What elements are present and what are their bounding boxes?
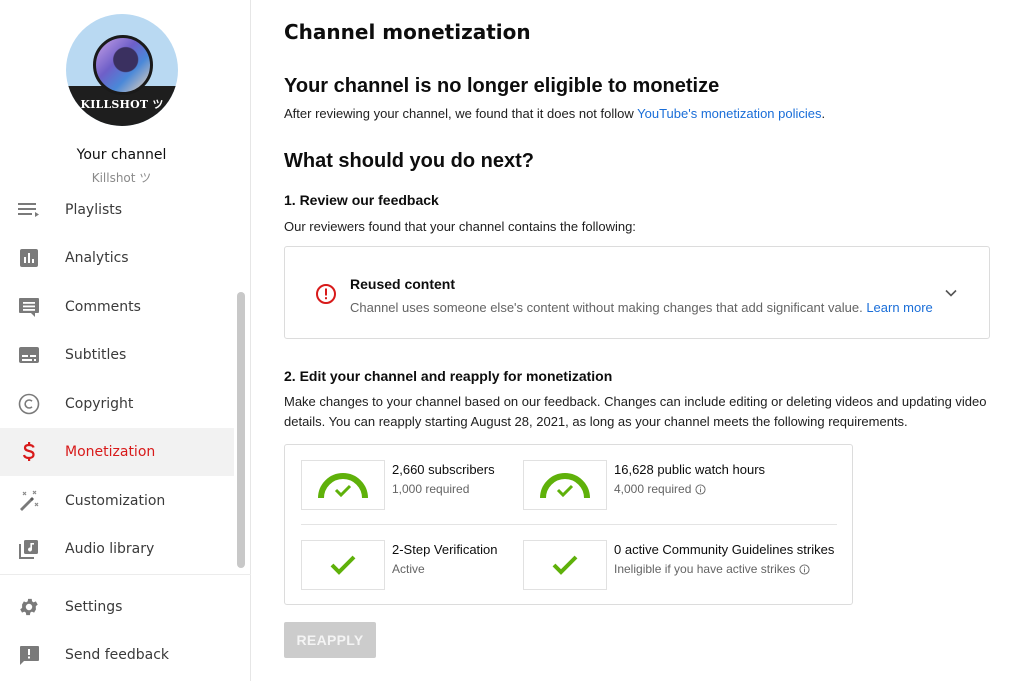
sidebar-item-label: Analytics: [65, 250, 129, 266]
requirement-title: 0 active Community Guidelines strikes: [614, 542, 835, 557]
channel-avatar[interactable]: KILLSHOT ツ: [66, 14, 178, 126]
sidebar-item-subtitles[interactable]: Subtitles: [0, 331, 234, 379]
requirement-title: 2-Step Verification: [392, 542, 498, 557]
requirement-subtitle: 4,000 required: [614, 482, 706, 496]
feedback-description: Channel uses someone else's content with…: [350, 300, 933, 315]
comments-icon: [17, 295, 41, 319]
gear-icon: [17, 595, 41, 619]
sidebar-item-label: Settings: [65, 599, 123, 615]
info-icon[interactable]: [695, 483, 706, 495]
gauge-box: [301, 460, 385, 510]
requirement-title: 2,660 subscribers: [392, 462, 495, 477]
dollar-icon: [17, 440, 41, 464]
sidebar-item-analytics[interactable]: Analytics: [0, 234, 234, 282]
audio-library-icon: [17, 537, 41, 561]
sidebar-item-comments[interactable]: Comments: [0, 283, 234, 331]
page-title: Channel monetization: [284, 20, 531, 44]
gauge-check-icon: [318, 473, 368, 499]
ineligible-text: After reviewing your channel, we found t…: [284, 106, 826, 121]
sidebar-item-monetization[interactable]: Monetization: [0, 428, 234, 476]
sidebar-item-label: Monetization: [65, 444, 156, 460]
magic-wand-icon: [17, 489, 41, 513]
sidebar-item-customization[interactable]: Customization: [0, 477, 234, 525]
gauge-box: [523, 460, 607, 510]
requirement-community-guidelines: 0 active Community Guidelines strikes In…: [523, 540, 834, 590]
next-steps-heading: What should you do next?: [284, 150, 534, 172]
copyright-icon: [17, 392, 41, 416]
feedback-icon: [17, 643, 41, 667]
sidebar-item-settings[interactable]: Settings: [0, 583, 234, 631]
info-icon[interactable]: [799, 563, 810, 575]
feedback-title: Reused content: [350, 276, 456, 292]
requirement-subtitle: Ineligible if you have active strikes: [614, 562, 810, 576]
subtitles-icon: [17, 343, 41, 367]
avatar-text: KILLSHOT ツ: [80, 98, 164, 111]
step1-text: Our reviewers found that your channel co…: [284, 219, 636, 234]
sidebar-item-label: Copyright: [65, 396, 134, 412]
avatar-image: [93, 35, 153, 95]
sidebar-item-copyright[interactable]: Copyright: [0, 380, 234, 428]
requirements-divider: [301, 524, 837, 525]
check-icon: [330, 555, 356, 575]
sidebar-item-label: Comments: [65, 299, 141, 315]
requirement-subtitle: Active: [392, 562, 425, 576]
step1-heading: 1. Review our feedback: [284, 192, 439, 208]
requirement-watch-hours: 16,628 public watch hours 4,000 required: [523, 460, 793, 510]
sidebar-item-label: Audio library: [65, 541, 155, 557]
sidebar-item-playlists[interactable]: Playlists: [0, 186, 234, 234]
check-box: [523, 540, 607, 590]
gauge-check-icon: [540, 473, 590, 499]
monetization-policies-link[interactable]: YouTube's monetization policies: [637, 106, 821, 121]
your-channel-label[interactable]: Your channel: [0, 147, 243, 163]
playlist-icon: [17, 198, 41, 222]
channel-name: Killshot ツ: [91, 171, 152, 185]
sidebar-item-label: Subtitles: [65, 347, 127, 363]
reapply-button[interactable]: REAPPLY: [284, 622, 376, 658]
check-icon: [552, 555, 578, 575]
error-icon: [316, 284, 336, 304]
feedback-reused-content[interactable]: Reused content Channel uses someone else…: [284, 246, 990, 339]
sidebar-item-audio-library[interactable]: Audio library: [0, 525, 234, 573]
sidebar: KILLSHOT ツ Your channel Killshot ツ Playl…: [0, 0, 251, 681]
check-box: [301, 540, 385, 590]
requirements-card: 2,660 subscribers 1,000 required 16,628 …: [284, 444, 853, 605]
step2-text: Make changes to your channel based on ou…: [284, 394, 987, 429]
sidebar-item-label: Customization: [65, 493, 166, 509]
sidebar-item-label: Send feedback: [65, 647, 170, 663]
learn-more-link[interactable]: Learn more: [866, 300, 932, 315]
chevron-down-icon[interactable]: [943, 285, 959, 301]
analytics-icon: [17, 246, 41, 270]
step2-heading: 2. Edit your channel and reapply for mon…: [284, 368, 613, 384]
sidebar-scrollbar[interactable]: [237, 292, 245, 568]
requirement-title: 16,628 public watch hours: [614, 462, 766, 477]
sidebar-item-send-feedback[interactable]: Send feedback: [0, 631, 234, 679]
requirement-subtitle: 1,000 required: [392, 482, 470, 496]
sidebar-divider: [0, 574, 251, 575]
ineligible-heading: Your channel is no longer eligible to mo…: [284, 75, 720, 97]
sidebar-item-label: Playlists: [65, 202, 123, 218]
